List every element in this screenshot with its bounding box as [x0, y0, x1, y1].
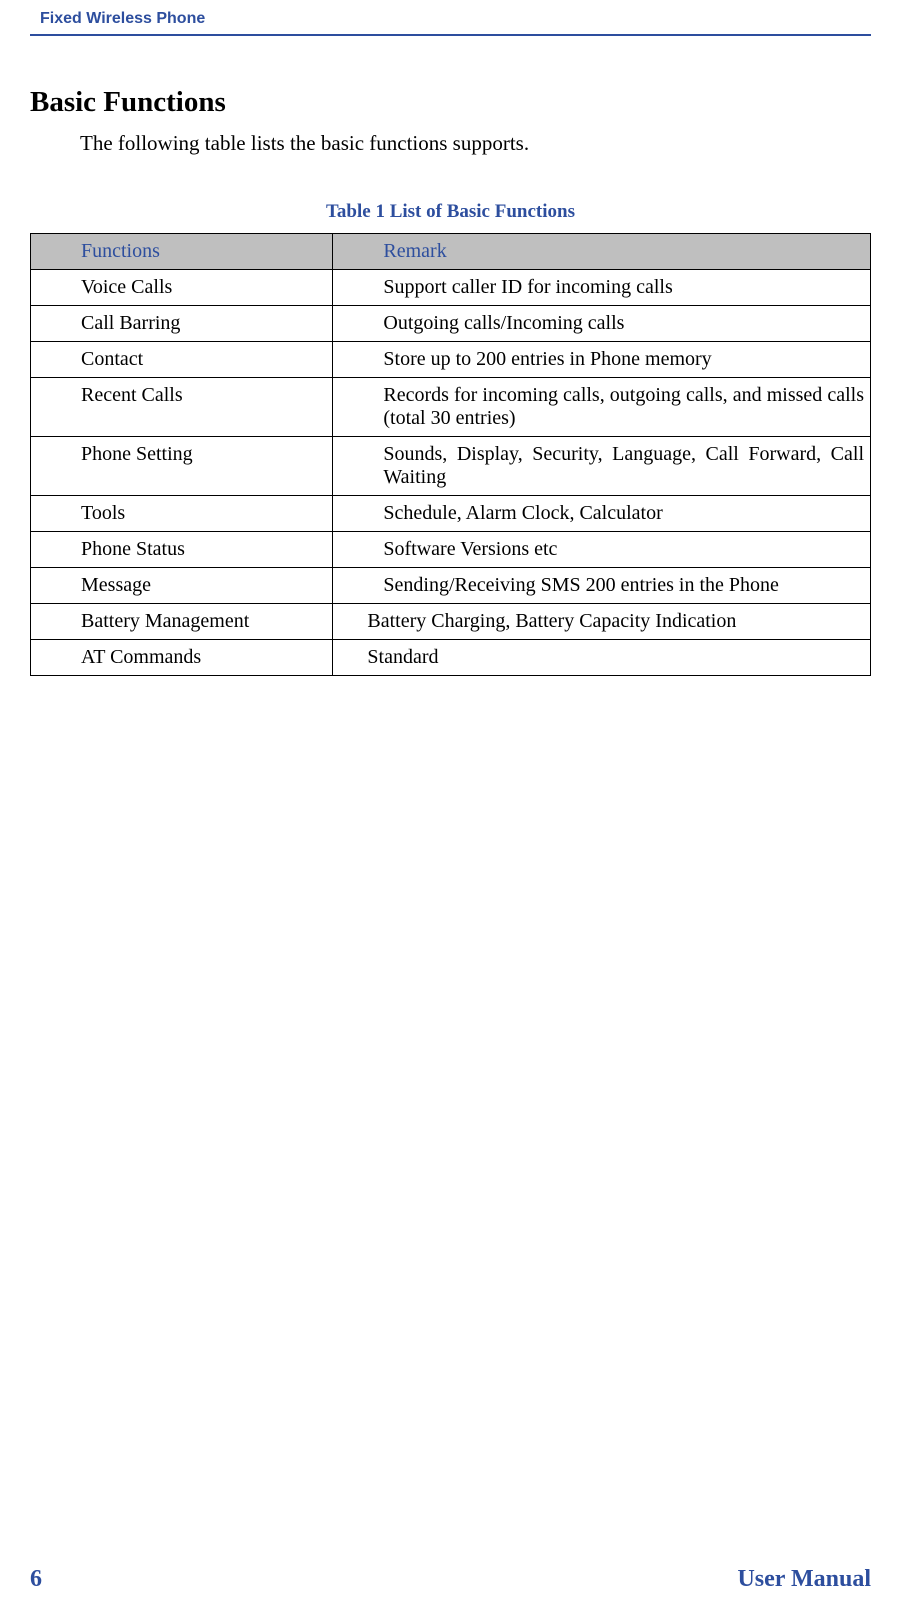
remark-cell: Standard: [333, 640, 871, 676]
func-cell: Call Barring: [31, 306, 333, 342]
func-cell: Phone Setting: [31, 437, 333, 496]
header-product-title: Fixed Wireless Phone: [30, 10, 871, 34]
remark-cell: Schedule, Alarm Clock, Calculator: [333, 496, 871, 532]
table-row: Battery Management Battery Charging, Bat…: [31, 604, 871, 640]
func-cell: Phone Status: [31, 532, 333, 568]
func-cell: Battery Management: [31, 604, 333, 640]
table-row: Phone Setting Sounds, Display, Security,…: [31, 437, 871, 496]
table-row: Tools Schedule, Alarm Clock, Calculator: [31, 496, 871, 532]
remark-cell: Records for incoming calls, outgoing cal…: [333, 378, 871, 437]
page-number: 6: [30, 1566, 42, 1593]
table-row: Phone Status Software Versions etc: [31, 532, 871, 568]
func-cell: Message: [31, 568, 333, 604]
section-heading: Basic Functions: [30, 86, 871, 119]
header-separator: [30, 34, 871, 36]
func-cell: Contact: [31, 342, 333, 378]
table-row: Recent Calls Records for incoming calls,…: [31, 378, 871, 437]
remark-cell: Sounds, Display, Security, Language, Cal…: [333, 437, 871, 496]
remark-cell: Outgoing calls/Incoming calls: [333, 306, 871, 342]
remark-cell: Store up to 200 entries in Phone memory: [333, 342, 871, 378]
remark-cell: Battery Charging, Battery Capacity Indic…: [333, 604, 871, 640]
table-row: AT Commands Standard: [31, 640, 871, 676]
table-header-remark: Remark: [333, 234, 871, 270]
remark-cell: Software Versions etc: [333, 532, 871, 568]
remark-cell: Support caller ID for incoming calls: [333, 270, 871, 306]
intro-text: The following table lists the basic func…: [30, 131, 871, 156]
func-cell: AT Commands: [31, 640, 333, 676]
table-row: Message Sending/Receiving SMS 200 entrie…: [31, 568, 871, 604]
page-footer: 6 User Manual: [30, 1566, 871, 1593]
table-caption: Table 1 List of Basic Functions: [30, 201, 871, 223]
func-cell: Tools: [31, 496, 333, 532]
basic-functions-table: Functions Remark Voice Calls Support cal…: [30, 233, 871, 676]
func-cell: Voice Calls: [31, 270, 333, 306]
func-cell: Recent Calls: [31, 378, 333, 437]
table-header-functions: Functions: [31, 234, 333, 270]
table-row: Voice Calls Support caller ID for incomi…: [31, 270, 871, 306]
remark-cell: Sending/Receiving SMS 200 entries in the…: [333, 568, 871, 604]
footer-label: User Manual: [737, 1566, 871, 1593]
table-row: Call Barring Outgoing calls/Incoming cal…: [31, 306, 871, 342]
table-row: Contact Store up to 200 entries in Phone…: [31, 342, 871, 378]
